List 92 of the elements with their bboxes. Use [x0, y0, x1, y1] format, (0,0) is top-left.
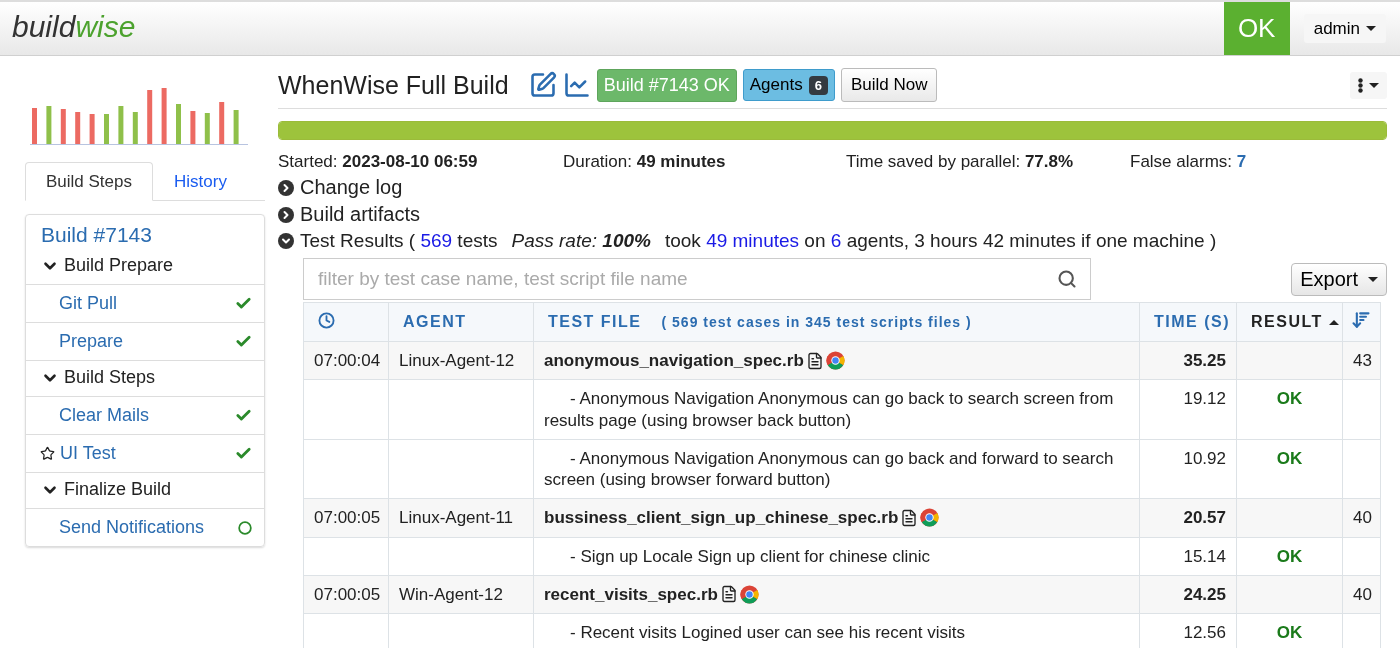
- table-cell: 35.25: [1139, 341, 1237, 380]
- sparkline-bar: [104, 114, 109, 144]
- column-header[interactable]: RESULT: [1236, 302, 1343, 342]
- test-case-cell: - Anonymous Navigation Anonymous can go back and forward to search screen (using browser forward button): [533, 439, 1140, 499]
- table-cell: Linux-Agent-11: [388, 498, 534, 537]
- test-case-cell: - Recent visits Logined user can see his recent visits: [533, 613, 1140, 648]
- table-cell: 07:00:04: [303, 341, 389, 380]
- step-link[interactable]: Clear Mails: [59, 405, 230, 426]
- result-cell: OK: [1236, 613, 1343, 648]
- step-link[interactable]: Prepare: [59, 331, 230, 352]
- sparkline-bar: [118, 106, 124, 144]
- test-file-link[interactable]: recent_visits_spec.rb: [544, 583, 718, 605]
- table-cell: 19.12: [1139, 379, 1237, 440]
- clock-icon: [318, 311, 335, 329]
- result-cell: OK: [1236, 379, 1343, 440]
- build-stat: Time saved by parallel: 77.8%: [846, 152, 1075, 172]
- summary-link[interactable]: 569: [420, 230, 453, 251]
- step-group: Finalize Build: [64, 479, 172, 500]
- section-toggle[interactable]: Change log: [300, 176, 403, 199]
- sparkline-bar: [204, 113, 210, 144]
- table-cell: Linux-Agent-12: [388, 341, 534, 380]
- build-stat: Duration: 49 minutes: [563, 152, 727, 172]
- table-cell: 12.56: [1139, 613, 1237, 648]
- sparkline-bar: [32, 108, 37, 144]
- sparkline-bar: [89, 114, 95, 144]
- build-now-button[interactable]: Build Now: [840, 68, 938, 102]
- step-link[interactable]: Git Pull: [59, 293, 230, 314]
- chrome-icon: [739, 584, 759, 604]
- step-group: Build Steps: [64, 367, 156, 388]
- project-title: WhenWise Full Build: [278, 70, 509, 100]
- table-cell: Win-Agent-12: [388, 575, 534, 614]
- build-status: OK: [1223, 2, 1290, 55]
- agents-button[interactable]: Agents 6: [742, 69, 835, 101]
- search-icon[interactable]: [1057, 269, 1077, 289]
- build-link[interactable]: Build #7143: [41, 223, 249, 247]
- table-cell: 24.25: [1139, 575, 1237, 614]
- table-cell: 07:00:05: [303, 575, 389, 614]
- sparkline-bar: [176, 104, 181, 144]
- sort-column-header[interactable]: [1342, 302, 1381, 342]
- chrome-icon: [920, 508, 940, 528]
- collapse-icon[interactable]: [278, 233, 294, 249]
- column-header[interactable]: AGENT: [388, 302, 534, 342]
- expand-icon[interactable]: [278, 179, 294, 196]
- summary-link[interactable]: 49 minutes: [706, 230, 800, 251]
- build-stat: False alarms: 7: [1130, 152, 1248, 172]
- result-cell: OK: [1236, 439, 1343, 499]
- filter-field[interactable]: filter by test case name, test script file name: [303, 258, 1091, 300]
- test-case-cell: - Anonymous Navigation Anonymous can go back to search screen from results page (using browser back button): [533, 379, 1140, 440]
- expand-icon[interactable]: [278, 206, 294, 223]
- chart-icon[interactable]: [562, 71, 591, 99]
- sidebar-tab[interactable]: Build Steps: [25, 162, 153, 201]
- user-menu[interactable]: admin: [1303, 14, 1386, 43]
- sort-icon: [1351, 310, 1371, 330]
- result-cell: OK: [1236, 537, 1343, 576]
- column-header[interactable]: TIME (S): [1139, 302, 1237, 342]
- table-cell: 15.14: [1139, 537, 1237, 576]
- document-icon[interactable]: [805, 351, 824, 370]
- table-cell: 10.92: [1139, 439, 1237, 499]
- sparkline-bar: [75, 112, 81, 144]
- chrome-icon: [825, 351, 845, 371]
- logo[interactable]: buildwise: [0, 2, 1224, 55]
- kebab-icon: [1358, 77, 1363, 93]
- test-case-cell: - Sign up Locale Sign up client for chinese clinic: [533, 537, 1140, 576]
- sparkline-bar: [60, 109, 66, 144]
- step-link[interactable]: Send Notifications: [59, 517, 233, 538]
- sparkline-bar: [46, 106, 52, 144]
- sidebar-tab[interactable]: History: [153, 162, 248, 201]
- sparkline-bar: [161, 88, 167, 144]
- document-icon[interactable]: [719, 585, 738, 604]
- sparkline-bar: [190, 111, 196, 144]
- export-button[interactable]: Export: [1291, 262, 1387, 296]
- stat-link[interactable]: 7: [1236, 152, 1247, 171]
- sparkline-bar: [233, 110, 239, 144]
- document-icon[interactable]: [900, 508, 919, 527]
- build-stat: Started: 2023-08-10 06:59: [278, 152, 479, 172]
- time-column-header[interactable]: [303, 302, 389, 342]
- table-cell: 43: [1342, 341, 1381, 380]
- step-link[interactable]: UI Test: [60, 443, 230, 464]
- column-header[interactable]: TEST FILE ( 569 test cases in 345 test scripts files ): [533, 302, 1140, 342]
- table-cell: 40: [1342, 575, 1381, 614]
- table-cell: 07:00:05: [303, 498, 389, 537]
- table-cell: 20.57: [1139, 498, 1237, 537]
- section-toggle[interactable]: Build artifacts: [300, 203, 421, 226]
- edit-icon[interactable]: [528, 71, 557, 99]
- step-group: Build Prepare: [64, 255, 174, 276]
- table-cell: 40: [1342, 498, 1381, 537]
- summary-link[interactable]: 6: [830, 230, 842, 251]
- test-results-summary: Test Results ( 569 tests Pass rate: 100% took 49 minutes on 6 agents, 3 hours 42 minutes if one machine ): [300, 230, 1217, 252]
- sparkline-bar: [132, 112, 138, 144]
- sparkline-bar: [147, 90, 153, 144]
- sparkline-bar: [219, 102, 225, 144]
- more-menu-button[interactable]: [1350, 71, 1387, 99]
